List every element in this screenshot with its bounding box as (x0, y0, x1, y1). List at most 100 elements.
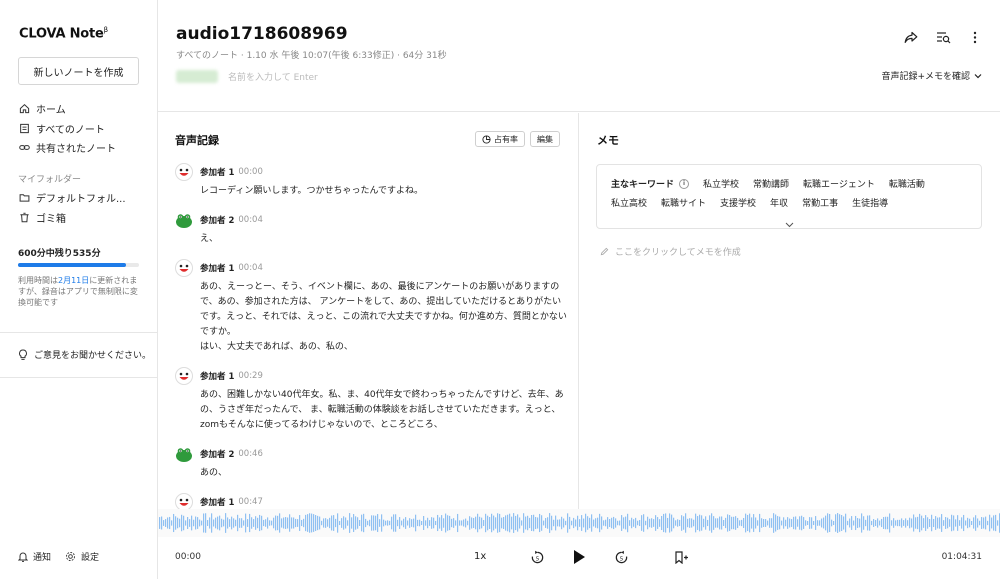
waveform-bar (735, 516, 737, 530)
keyword-chip[interactable]: 私立高校 (611, 196, 647, 209)
waveform-bar (437, 514, 439, 532)
more-vertical-icon (973, 31, 977, 43)
transcript-text[interactable]: あの、 (200, 466, 567, 481)
participant-chip[interactable] (176, 70, 218, 83)
sidebar-item-shared-notes[interactable]: 共有されたノート (18, 138, 148, 158)
add-bookmark-button[interactable] (672, 548, 690, 566)
waveform-bar (587, 516, 589, 530)
feedback-link[interactable]: ご意見をお聞かせください。 (18, 348, 151, 361)
keyword-chip[interactable]: 私立学校 (703, 177, 739, 190)
timestamp[interactable]: 00:04 (238, 263, 263, 273)
keyword-chip[interactable]: 常勤講師 (753, 177, 789, 190)
transcript-entry[interactable]: 参加者 1 00:29 あの、困難しかない40代年女。私、ま、40代年女で終わっちゃ… (175, 367, 567, 433)
note-title[interactable]: audio1718608969 (176, 24, 348, 44)
settings-link[interactable]: 設定 (65, 550, 99, 563)
waveform-bar (369, 519, 371, 527)
playback-speed-button[interactable]: 1x (474, 551, 486, 562)
timestamp[interactable]: 00:47 (238, 497, 263, 507)
keyword-chip[interactable]: 支援学校 (720, 196, 756, 209)
waveform-bar (883, 517, 885, 529)
occupancy-button[interactable]: 占有率 (475, 131, 525, 147)
expand-keywords-button[interactable] (785, 213, 794, 232)
sidebar-item-trash[interactable]: ゴミ箱 (18, 208, 148, 228)
waveform-bar (973, 517, 975, 529)
waveform-bar (471, 517, 473, 529)
waveform-bar (523, 513, 525, 533)
waveform-bar (349, 513, 351, 533)
transcript-entry[interactable]: 参加者 1 00:00 レコーディン願いします。つかせちゃったんですよね。 (175, 163, 567, 199)
waveform-bar (717, 518, 719, 528)
waveform-bar (671, 514, 673, 532)
timestamp[interactable]: 00:29 (238, 371, 263, 381)
speaker-name[interactable]: 参加者 1 (200, 262, 234, 274)
transcript-entry[interactable]: 参加者 100:47困難な部分があったら申し訳ないです。それでは、えーっと、まず… (175, 493, 567, 509)
transcript-text[interactable]: あの、困難しかない40代年女。私、ま、40代年女で終わっちゃったんですけど、去年… (200, 388, 567, 433)
notifications-link[interactable]: 通知 (18, 550, 51, 563)
info-icon[interactable]: i (679, 178, 690, 189)
waveform-scrubber[interactable] (158, 509, 1000, 537)
waveform-bar (901, 518, 903, 528)
waveform[interactable] (158, 509, 1000, 537)
keyword-chip[interactable]: 転職エージェント (803, 177, 875, 190)
transcript-text[interactable]: え、 (200, 232, 567, 247)
waveform-bar (631, 517, 633, 529)
transcript-entry[interactable]: 参加者 1 00:04 あの、えーっとー、そう、イベント欄に、あの、最後にアンケート… (175, 259, 567, 355)
skip-forward-button[interactable]: 5 (612, 548, 630, 566)
waveform-bar (475, 516, 477, 530)
app-logo[interactable]: CLOVA Noteβ (19, 26, 108, 41)
waveform-bar (591, 514, 593, 532)
waveform-bar (995, 514, 997, 532)
participant-name-input[interactable]: 名前を入力して Enter (228, 70, 318, 83)
waveform-bar (229, 519, 231, 527)
timestamp[interactable]: 00:00 (238, 167, 263, 177)
waveform-bar (197, 517, 199, 529)
waveform-bar (801, 515, 803, 531)
transcript-entry[interactable]: 参加者 2 00:04 え、 (175, 211, 567, 247)
waveform-bar (829, 514, 831, 532)
sidebar-item-home[interactable]: ホーム (18, 99, 148, 119)
keyword-chip[interactable]: 生徒指導 (852, 196, 888, 209)
share-button[interactable] (902, 28, 920, 46)
search-list-icon (936, 31, 950, 43)
keyword-chip[interactable]: 転職サイト (661, 196, 706, 209)
waveform-bar (457, 513, 459, 533)
transcript-entry[interactable]: 参加者 2 00:46 あの、 (175, 445, 567, 481)
new-note-button[interactable]: 新しいノートを作成 (18, 57, 139, 85)
waveform-bar (789, 518, 791, 528)
waveform-bar (359, 519, 361, 527)
waveform-bar (955, 519, 957, 527)
waveform-bar (607, 517, 609, 529)
transcript-tools: 占有率 編集 (475, 131, 560, 147)
timestamp[interactable]: 00:46 (238, 449, 263, 459)
skip-back-button[interactable]: 5 (528, 548, 546, 566)
speaker-avatar (175, 445, 193, 463)
more-menu-button[interactable] (966, 28, 984, 46)
edit-transcript-button[interactable]: 編集 (530, 131, 560, 147)
speaker-name[interactable]: 参加者 2 (200, 214, 234, 226)
timestamp[interactable]: 00:04 (238, 215, 263, 225)
speaker-name[interactable]: 参加者 1 (200, 370, 234, 382)
keyword-chip[interactable]: 常勤工事 (802, 196, 838, 209)
speaker-name[interactable]: 参加者 1 (200, 166, 234, 178)
waveform-bar (783, 517, 785, 529)
keyword-chip[interactable]: 転職活動 (889, 177, 925, 190)
keywords-row: 主なキーワード i 私立学校 常勤講師 転職エージェント 転職活動 (611, 177, 925, 190)
search-transcript-button[interactable] (934, 28, 952, 46)
my-folder-label: マイフォルダー (18, 175, 82, 185)
sidebar-item-all-notes[interactable]: すべてのノート (18, 119, 148, 139)
transcript-text[interactable]: レコーディン願いします。つかせちゃったんですよね。 (200, 184, 567, 199)
transcript-text[interactable]: あの、えーっとー、そう、イベント欄に、あの、最後にアンケートのお願いがありますの… (200, 280, 567, 355)
keyword-chip[interactable]: 年収 (770, 196, 788, 209)
speaker-name[interactable]: 参加者 1 (200, 496, 234, 508)
waveform-bar (499, 513, 501, 533)
waveform-bar (613, 516, 615, 530)
speaker-avatar (175, 259, 193, 277)
play-button[interactable] (570, 548, 588, 566)
memo-input[interactable]: ここをクリックしてメモを作成 (600, 245, 741, 258)
waveform-bar (177, 517, 179, 529)
waveform-bar (415, 514, 417, 532)
view-mode-select[interactable]: 音声記録+メモを確認 (881, 69, 982, 82)
waveform-bar (303, 518, 305, 528)
speaker-name[interactable]: 参加者 2 (200, 448, 234, 460)
sidebar-item-default-folder[interactable]: デフォルトフォル... (18, 188, 148, 208)
